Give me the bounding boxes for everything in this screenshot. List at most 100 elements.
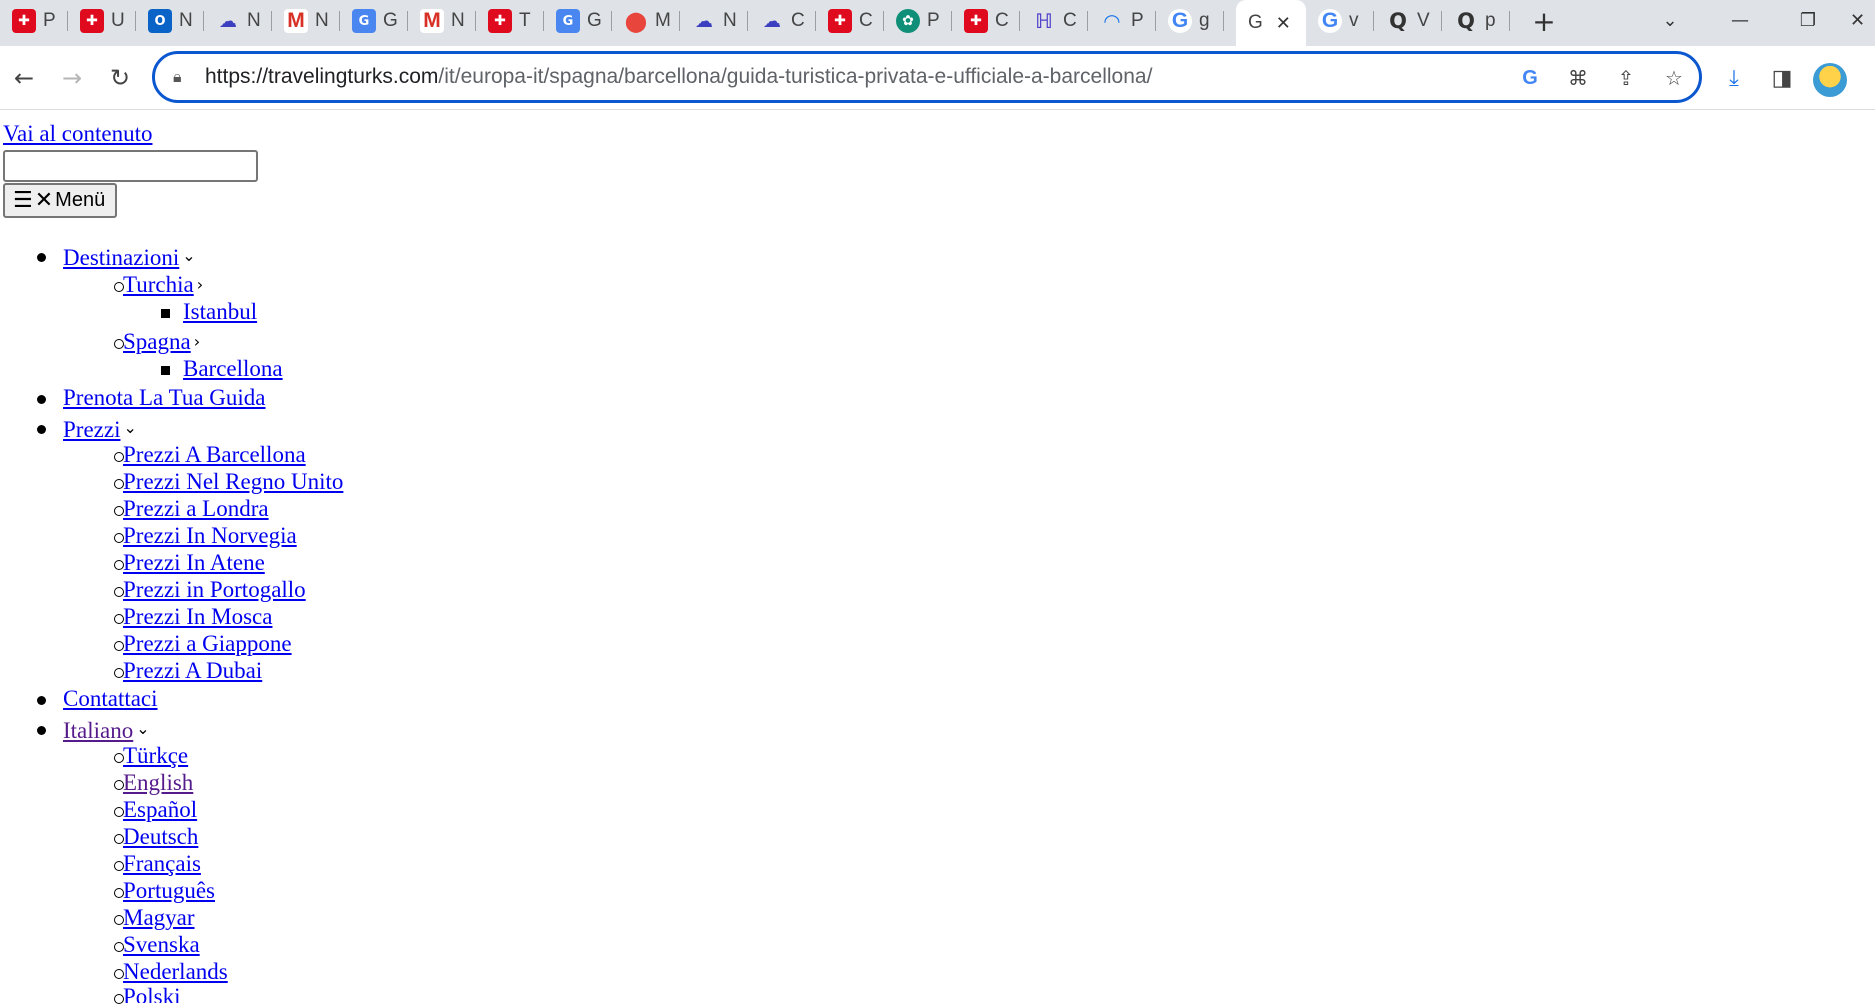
browser-tab[interactable]: ℍ C xyxy=(1020,0,1088,42)
language-option[interactable]: Deutsch xyxy=(123,824,198,850)
download-icon[interactable]: ⤓ xyxy=(1716,60,1752,96)
cloud-icon: ☁ xyxy=(219,10,237,32)
q-icon: Q xyxy=(1389,9,1407,33)
browser-tab-active[interactable]: G ✕ xyxy=(1236,0,1306,46)
list-bullet xyxy=(37,253,46,262)
language-option[interactable]: Nederlands xyxy=(123,959,228,985)
nav-prezzi-item[interactable]: Prezzi Nel Regno Unito xyxy=(123,469,343,495)
nav-prezzi-item[interactable]: Prezzi In Mosca xyxy=(123,604,272,630)
nav-contattaci[interactable]: Contattaci xyxy=(63,686,158,712)
nav-prezzi-item[interactable]: Prezzi A Dubai xyxy=(123,658,262,684)
chevron-right-icon: › xyxy=(193,332,201,351)
browser-tab[interactable]: ✿ P xyxy=(884,0,952,42)
address-bar[interactable]: 🔒︎ https://travelingturks.com/it/europa-… xyxy=(152,51,1702,103)
nav-prezzi-item[interactable]: Prezzi a Londra xyxy=(123,496,269,522)
url-text[interactable]: https://travelingturks.com/it/europa-it/… xyxy=(205,65,1152,89)
menu-toggle-button[interactable]: ☰ ✕ Menü xyxy=(3,183,117,218)
lock-icon[interactable]: 🔒︎ xyxy=(173,67,191,87)
tab-title: U xyxy=(111,10,125,31)
list-bullet xyxy=(161,366,170,375)
browser-tab[interactable]: G G xyxy=(340,0,408,42)
profile-avatar[interactable] xyxy=(1813,63,1847,97)
reload-icon[interactable]: ↻ xyxy=(102,60,138,96)
nav-prezzi[interactable]: Prezzi ⌄ xyxy=(63,415,137,443)
language-option[interactable]: Magyar xyxy=(123,905,195,931)
browser-tab[interactable]: ☁ N xyxy=(204,0,272,42)
close-window-icon[interactable]: ✕ xyxy=(1840,0,1875,40)
browser-tab[interactable]: M N xyxy=(408,0,476,42)
nav-istanbul[interactable]: Istanbul xyxy=(183,299,257,325)
nav-prezzi-item[interactable]: Prezzi A Barcellona xyxy=(123,442,306,468)
outlook-icon: O xyxy=(148,9,172,33)
side-panel-icon[interactable]: ◨ xyxy=(1764,60,1800,96)
gmail-icon: M xyxy=(420,9,444,33)
tab-search-chevron-icon[interactable]: ⌄ xyxy=(1640,0,1700,40)
language-option[interactable]: Español xyxy=(123,797,197,823)
nav-turchia[interactable]: Turchia › xyxy=(123,272,203,298)
nav-prezzi-item[interactable]: Prezzi a Giappone xyxy=(123,631,292,657)
nav-spagna[interactable]: Spagna › xyxy=(123,329,200,355)
browser-tab[interactable]: Q V xyxy=(1374,0,1442,42)
browser-tab[interactable]: G g xyxy=(1156,0,1224,42)
cloud-icon: ☁ xyxy=(695,10,713,32)
browser-tab[interactable]: ✚ P xyxy=(0,0,68,42)
translate-icon: G xyxy=(556,9,580,33)
tab-title: v xyxy=(1349,10,1359,31)
q-icon: Q xyxy=(1457,9,1475,33)
google-icon: G xyxy=(1318,9,1342,33)
bookmark-star-icon[interactable]: ☆ xyxy=(1659,63,1689,93)
language-option[interactable]: Français xyxy=(123,851,201,877)
nav-barcellona[interactable]: Barcellona xyxy=(183,356,283,382)
minimize-icon[interactable]: — xyxy=(1710,0,1770,40)
browser-tab[interactable]: ⬤ M xyxy=(612,0,680,42)
back-arrow-icon[interactable]: ← xyxy=(6,60,42,96)
search-input[interactable] xyxy=(3,150,258,182)
tab-title: G xyxy=(1248,12,1263,33)
browser-tab[interactable]: M N xyxy=(272,0,340,42)
language-option[interactable]: Türkçe xyxy=(123,743,188,769)
browser-tab[interactable]: ✚ C xyxy=(952,0,1020,42)
google-lens-icon[interactable]: G xyxy=(1515,63,1545,93)
language-option[interactable]: Polski xyxy=(123,984,181,1003)
language-option[interactable]: Português xyxy=(123,878,215,904)
nav-prezzi-item[interactable]: Prezzi in Portogallo xyxy=(123,577,306,603)
browser-tab[interactable]: ◠ P xyxy=(1088,0,1156,42)
maps-pin-icon: ⬤ xyxy=(624,9,648,33)
language-option[interactable]: English xyxy=(123,770,193,796)
browser-tab-strip: ✚ P ✚ U O N ☁ N M N G G M N ✚ T G G ⬤ M … xyxy=(0,0,1875,46)
nav-destinazioni[interactable]: Destinazioni ⌄ xyxy=(63,243,196,271)
browser-tab[interactable]: O N xyxy=(136,0,204,42)
tab-title: N xyxy=(247,10,261,31)
share-icon[interactable]: ⇪ xyxy=(1611,63,1641,93)
nav-language-switcher[interactable]: Italiano ⌄ xyxy=(63,716,150,744)
gmail-icon: M xyxy=(284,9,308,33)
tab-title: C xyxy=(1063,10,1077,31)
nav-prezzi-item[interactable]: Prezzi In Atene xyxy=(123,550,265,576)
translate-page-icon[interactable]: ⌘ xyxy=(1563,63,1593,93)
browser-tab[interactable]: G G xyxy=(544,0,612,42)
nav-prenota[interactable]: Prenota La Tua Guida xyxy=(63,385,266,411)
tab-title: N xyxy=(451,10,465,31)
browser-tab[interactable]: ✚ T xyxy=(476,0,544,42)
close-icon: ✕ xyxy=(34,187,54,213)
browser-tab[interactable]: ✚ U xyxy=(68,0,136,42)
browser-tab[interactable]: ☁ C xyxy=(748,0,816,42)
restore-icon[interactable]: ❐ xyxy=(1778,0,1838,40)
language-option[interactable]: Svenska xyxy=(123,932,200,958)
close-tab-icon[interactable]: ✕ xyxy=(1276,13,1291,34)
browser-tab[interactable]: Q p xyxy=(1442,0,1510,42)
red-tile-icon: ✚ xyxy=(828,9,852,33)
chevron-down-icon: ⌄ xyxy=(182,246,196,265)
tab-title: M xyxy=(655,10,671,31)
tab-title: g xyxy=(1199,10,1210,31)
nav-prezzi-item[interactable]: Prezzi In Norvegia xyxy=(123,523,297,549)
new-tab-button[interactable]: + xyxy=(1526,2,1562,40)
browser-tab[interactable]: ✚ C xyxy=(816,0,884,42)
browser-tab[interactable]: G v xyxy=(1306,0,1374,42)
skip-to-content-link[interactable]: Vai al contenuto xyxy=(3,121,152,147)
tab-title: C xyxy=(791,10,805,31)
browser-tab[interactable]: ☁ N xyxy=(680,0,748,42)
tab-title: P xyxy=(927,10,940,31)
forward-arrow-icon[interactable]: → xyxy=(54,60,90,96)
menu-button-label: Menü xyxy=(55,189,106,211)
